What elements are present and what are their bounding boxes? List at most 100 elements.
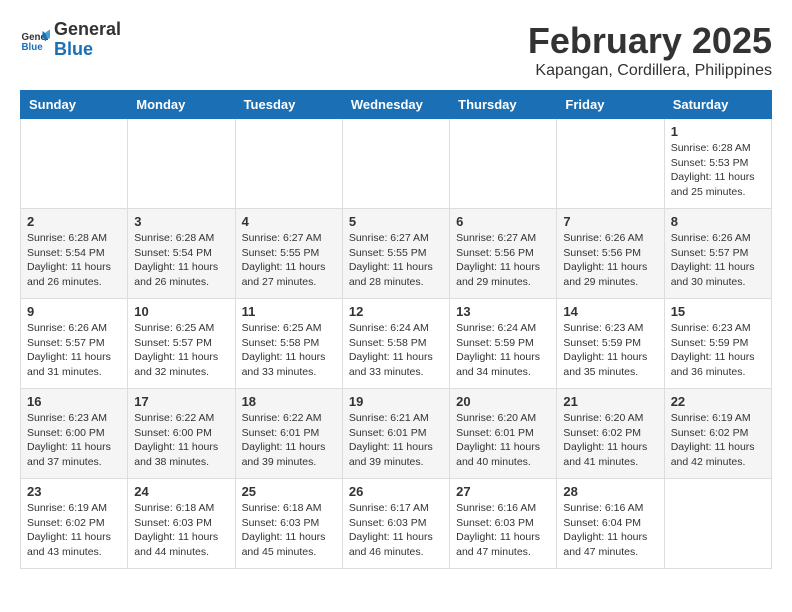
day-info: Sunrise: 6:24 AM Sunset: 5:58 PM Dayligh… <box>349 321 443 380</box>
calendar-week-row: 16 Sunrise: 6:23 AM Sunset: 6:00 PM Dayli… <box>21 389 772 479</box>
day-number: 3 <box>134 214 228 229</box>
day-number: 1 <box>671 124 765 139</box>
header: General Blue General Blue February 2025 … <box>20 20 772 80</box>
weekday-header-cell: Wednesday <box>342 91 449 119</box>
logo-text: General Blue <box>54 20 121 60</box>
calendar-cell: 28 Sunrise: 6:16 AM Sunset: 6:04 PM Dayli… <box>557 479 664 569</box>
calendar-cell: 11 Sunrise: 6:25 AM Sunset: 5:58 PM Dayli… <box>235 299 342 389</box>
calendar-body: 1 Sunrise: 6:28 AM Sunset: 5:53 PM Daylig… <box>21 119 772 569</box>
day-number: 2 <box>27 214 121 229</box>
calendar-cell: 2 Sunrise: 6:28 AM Sunset: 5:54 PM Daylig… <box>21 209 128 299</box>
day-number: 5 <box>349 214 443 229</box>
day-number: 19 <box>349 394 443 409</box>
calendar-week-row: 9Sunrise: 6:26 AM Sunset: 5:57 PM Daylig… <box>21 299 772 389</box>
weekday-header-cell: Tuesday <box>235 91 342 119</box>
calendar-cell: 13 Sunrise: 6:24 AM Sunset: 5:59 PM Dayli… <box>450 299 557 389</box>
day-number: 24 <box>134 484 228 499</box>
calendar-cell: 17Sunrise: 6:22 AM Sunset: 6:00 PM Dayli… <box>128 389 235 479</box>
weekday-header-cell: Thursday <box>450 91 557 119</box>
day-number: 21 <box>563 394 657 409</box>
day-info: Sunrise: 6:25 AM Sunset: 5:58 PM Dayligh… <box>242 321 336 380</box>
day-info: Sunrise: 6:28 AM Sunset: 5:54 PM Dayligh… <box>27 231 121 290</box>
calendar-cell: 25 Sunrise: 6:18 AM Sunset: 6:03 PM Dayli… <box>235 479 342 569</box>
calendar-cell: 4 Sunrise: 6:27 AM Sunset: 5:55 PM Daylig… <box>235 209 342 299</box>
svg-text:Blue: Blue <box>22 42 44 53</box>
day-info: Sunrise: 6:24 AM Sunset: 5:59 PM Dayligh… <box>456 321 550 380</box>
title-area: February 2025 Kapangan, Cordillera, Phil… <box>528 20 772 80</box>
day-number: 16 <box>27 394 121 409</box>
month-title: February 2025 <box>528 20 772 62</box>
day-info: Sunrise: 6:23 AM Sunset: 5:59 PM Dayligh… <box>671 321 765 380</box>
day-info: Sunrise: 6:26 AM Sunset: 5:57 PM Dayligh… <box>671 231 765 290</box>
day-info: Sunrise: 6:21 AM Sunset: 6:01 PM Dayligh… <box>349 411 443 470</box>
day-number: 4 <box>242 214 336 229</box>
day-info: Sunrise: 6:19 AM Sunset: 6:02 PM Dayligh… <box>671 411 765 470</box>
calendar-cell: 8Sunrise: 6:26 AM Sunset: 5:57 PM Daylig… <box>664 209 771 299</box>
calendar-cell: 20 Sunrise: 6:20 AM Sunset: 6:01 PM Dayli… <box>450 389 557 479</box>
day-info: Sunrise: 6:28 AM Sunset: 5:53 PM Dayligh… <box>671 141 765 200</box>
day-info: Sunrise: 6:27 AM Sunset: 5:55 PM Dayligh… <box>349 231 443 290</box>
day-info: Sunrise: 6:26 AM Sunset: 5:56 PM Dayligh… <box>563 231 657 290</box>
day-info: Sunrise: 6:19 AM Sunset: 6:02 PM Dayligh… <box>27 501 121 560</box>
day-info: Sunrise: 6:23 AM Sunset: 6:00 PM Dayligh… <box>27 411 121 470</box>
weekday-header-cell: Saturday <box>664 91 771 119</box>
weekday-header-cell: Friday <box>557 91 664 119</box>
day-number: 7 <box>563 214 657 229</box>
calendar-week-row: 1 Sunrise: 6:28 AM Sunset: 5:53 PM Daylig… <box>21 119 772 209</box>
calendar-cell: 23 Sunrise: 6:19 AM Sunset: 6:02 PM Dayli… <box>21 479 128 569</box>
calendar-cell <box>664 479 771 569</box>
day-info: Sunrise: 6:16 AM Sunset: 6:03 PM Dayligh… <box>456 501 550 560</box>
logo: General Blue General Blue <box>20 20 121 60</box>
calendar-cell: 10Sunrise: 6:25 AM Sunset: 5:57 PM Dayli… <box>128 299 235 389</box>
calendar-cell: 26 Sunrise: 6:17 AM Sunset: 6:03 PM Dayli… <box>342 479 449 569</box>
day-info: Sunrise: 6:23 AM Sunset: 5:59 PM Dayligh… <box>563 321 657 380</box>
day-info: Sunrise: 6:16 AM Sunset: 6:04 PM Dayligh… <box>563 501 657 560</box>
calendar-cell: 19 Sunrise: 6:21 AM Sunset: 6:01 PM Dayli… <box>342 389 449 479</box>
logo-icon: General Blue <box>20 25 50 55</box>
day-info: Sunrise: 6:27 AM Sunset: 5:56 PM Dayligh… <box>456 231 550 290</box>
calendar-cell: 21 Sunrise: 6:20 AM Sunset: 6:02 PM Dayli… <box>557 389 664 479</box>
calendar-cell: 24Sunrise: 6:18 AM Sunset: 6:03 PM Dayli… <box>128 479 235 569</box>
calendar-cell <box>128 119 235 209</box>
weekday-header: SundayMondayTuesdayWednesdayThursdayFrid… <box>21 91 772 119</box>
calendar-cell: 9Sunrise: 6:26 AM Sunset: 5:57 PM Daylig… <box>21 299 128 389</box>
day-number: 15 <box>671 304 765 319</box>
day-info: Sunrise: 6:22 AM Sunset: 6:01 PM Dayligh… <box>242 411 336 470</box>
calendar-cell: 7 Sunrise: 6:26 AM Sunset: 5:56 PM Daylig… <box>557 209 664 299</box>
calendar-cell: 12Sunrise: 6:24 AM Sunset: 5:58 PM Dayli… <box>342 299 449 389</box>
day-info: Sunrise: 6:22 AM Sunset: 6:00 PM Dayligh… <box>134 411 228 470</box>
calendar-cell: 27Sunrise: 6:16 AM Sunset: 6:03 PM Dayli… <box>450 479 557 569</box>
calendar-week-row: 2 Sunrise: 6:28 AM Sunset: 5:54 PM Daylig… <box>21 209 772 299</box>
day-number: 25 <box>242 484 336 499</box>
day-info: Sunrise: 6:20 AM Sunset: 6:02 PM Dayligh… <box>563 411 657 470</box>
calendar-cell: 22 Sunrise: 6:19 AM Sunset: 6:02 PM Dayli… <box>664 389 771 479</box>
calendar-cell: 6 Sunrise: 6:27 AM Sunset: 5:56 PM Daylig… <box>450 209 557 299</box>
day-number: 22 <box>671 394 765 409</box>
day-number: 28 <box>563 484 657 499</box>
day-info: Sunrise: 6:17 AM Sunset: 6:03 PM Dayligh… <box>349 501 443 560</box>
day-number: 13 <box>456 304 550 319</box>
calendar-cell <box>21 119 128 209</box>
calendar-cell <box>235 119 342 209</box>
calendar-cell <box>557 119 664 209</box>
day-info: Sunrise: 6:27 AM Sunset: 5:55 PM Dayligh… <box>242 231 336 290</box>
location-title: Kapangan, Cordillera, Philippines <box>528 62 772 80</box>
calendar-cell: 5 Sunrise: 6:27 AM Sunset: 5:55 PM Daylig… <box>342 209 449 299</box>
day-number: 14 <box>563 304 657 319</box>
day-info: Sunrise: 6:25 AM Sunset: 5:57 PM Dayligh… <box>134 321 228 380</box>
calendar-cell: 18Sunrise: 6:22 AM Sunset: 6:01 PM Dayli… <box>235 389 342 479</box>
day-number: 23 <box>27 484 121 499</box>
calendar-table: SundayMondayTuesdayWednesdayThursdayFrid… <box>20 90 772 569</box>
day-number: 20 <box>456 394 550 409</box>
day-info: Sunrise: 6:28 AM Sunset: 5:54 PM Dayligh… <box>134 231 228 290</box>
day-number: 26 <box>349 484 443 499</box>
day-info: Sunrise: 6:20 AM Sunset: 6:01 PM Dayligh… <box>456 411 550 470</box>
calendar-cell: 1 Sunrise: 6:28 AM Sunset: 5:53 PM Daylig… <box>664 119 771 209</box>
day-info: Sunrise: 6:18 AM Sunset: 6:03 PM Dayligh… <box>242 501 336 560</box>
day-number: 11 <box>242 304 336 319</box>
day-info: Sunrise: 6:26 AM Sunset: 5:57 PM Dayligh… <box>27 321 121 380</box>
weekday-header-cell: Monday <box>128 91 235 119</box>
calendar-cell: 14 Sunrise: 6:23 AM Sunset: 5:59 PM Dayli… <box>557 299 664 389</box>
day-number: 6 <box>456 214 550 229</box>
calendar-cell: 15 Sunrise: 6:23 AM Sunset: 5:59 PM Dayli… <box>664 299 771 389</box>
